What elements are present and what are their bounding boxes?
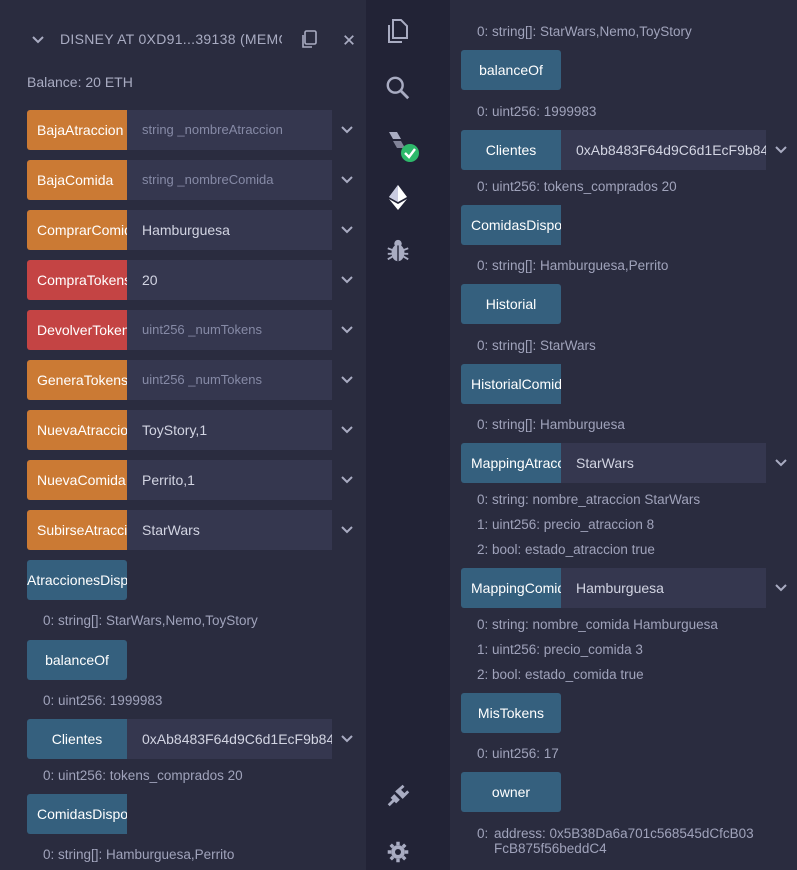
function-row: MappingAtracciones StarWars	[461, 443, 797, 483]
mapping-comida-output: 0: string: nombre_comida Hamburguesa	[477, 617, 718, 632]
function-button-nuevacomida[interactable]: NuevaComida	[27, 460, 127, 500]
chevron-down-icon[interactable]	[332, 160, 362, 200]
function-row: MappingComida Hamburguesa	[461, 568, 797, 608]
comidas-disponibles-button[interactable]: ComidasDisponibles	[461, 205, 561, 245]
clientes-output: 0: uint256: tokens_comprados 20	[43, 768, 243, 783]
icon-sidebar	[366, 0, 430, 870]
clientes-input[interactable]: 0xAb8483F64d9C6d1EcF9b849Ae677dD3315835c…	[127, 719, 332, 759]
plugin-manager-icon[interactable]	[383, 781, 413, 811]
historial-comidas-output: 0: string[]: Hamburguesa	[477, 417, 625, 432]
deployed-contract-panel-right: 0: string[]: StarWars,Nemo,ToyStory bala…	[430, 0, 797, 870]
function-input-comprarcomida[interactable]: Hamburguesa	[127, 210, 332, 250]
chevron-down-icon[interactable]	[332, 360, 362, 400]
function-button-subirseatraccion[interactable]: SubirseAtraccion	[27, 510, 127, 550]
mapping-comida-output: 2: bool: estado_comida true	[477, 667, 644, 682]
historial-output: 0: string[]: StarWars	[477, 338, 596, 353]
copy-icon[interactable]	[298, 28, 320, 50]
mapping-atracciones-output: 0: string: nombre_atraccion StarWars	[477, 492, 701, 507]
mapping-atracciones-output: 2: bool: estado_atraccion true	[477, 542, 655, 557]
function-row: ComprarComidaHamburguesa	[27, 210, 366, 250]
balanceof-button[interactable]: balanceOf	[461, 50, 561, 90]
file-explorer-icon[interactable]	[383, 16, 413, 46]
close-icon[interactable]	[340, 31, 358, 49]
clientes-button[interactable]: Clientes	[461, 130, 561, 170]
deployed-contract-panel: DISNEY AT 0XD91...39138 (MEMORY) Balance…	[0, 0, 366, 870]
balanceof-output: 0: uint256: 1999983	[477, 104, 597, 119]
function-row: NuevaComida Perrito,1	[27, 460, 366, 500]
function-button-compratokens[interactable]: CompraTokens	[27, 260, 127, 300]
owner-button[interactable]: owner	[461, 772, 561, 812]
function-button-nuevaatraccion[interactable]: NuevaAtraccion	[27, 410, 127, 450]
chevron-down-icon[interactable]	[332, 110, 362, 150]
function-button-generatokens[interactable]: GeneraTokens	[27, 360, 127, 400]
mapping-atracciones-button[interactable]: MappingAtracciones	[461, 443, 561, 483]
mapping-atracciones-input[interactable]: StarWars	[561, 443, 766, 483]
function-input-subirseatraccion[interactable]: StarWars	[127, 510, 332, 550]
collapse-chevron-icon[interactable]	[28, 30, 48, 50]
chevron-down-icon[interactable]	[332, 460, 362, 500]
contract-title: DISNEY AT 0XD91...39138 (MEMORY)	[60, 31, 282, 47]
atracciones-disponibles-button[interactable]: AtraccionesDisponibles	[27, 560, 127, 600]
chevron-down-icon[interactable]	[332, 260, 362, 300]
function-row: CompraTokens 20	[27, 260, 366, 300]
mis-tokens-output: 0: uint256: 17	[477, 746, 559, 761]
comidas-disponibles-button[interactable]: ComidasDisponibles	[27, 794, 127, 834]
function-row: BajaComida string _nombreComida	[27, 160, 366, 200]
function-button-devolvertokens[interactable]: DevolverTokens	[27, 310, 127, 350]
settings-icon[interactable]	[383, 837, 413, 867]
chevron-down-icon[interactable]	[766, 130, 796, 170]
atracciones-output: 0: string[]: StarWars,Nemo,ToyStory	[477, 24, 692, 39]
search-icon[interactable]	[383, 73, 413, 103]
function-input-nuevaatraccion[interactable]: ToyStory,1	[127, 410, 332, 450]
chevron-down-icon[interactable]	[332, 310, 362, 350]
function-row: NuevaAtraccion ToyStory,1	[27, 410, 366, 450]
function-input-compratokens[interactable]: 20	[127, 260, 332, 300]
clientes-output: 0: uint256: tokens_comprados 20	[477, 179, 677, 194]
chevron-down-icon[interactable]	[766, 443, 796, 483]
chevron-down-icon[interactable]	[332, 719, 362, 759]
historial-button[interactable]: Historial	[461, 284, 561, 324]
clientes-button[interactable]: Clientes	[27, 719, 127, 759]
mis-tokens-button[interactable]: MisTokens	[461, 693, 561, 733]
historial-comidas-button[interactable]: HistorialComidas	[461, 364, 561, 404]
deploy-run-icon[interactable]	[383, 182, 413, 212]
clientes-input[interactable]: 0xAb8483F64d9C6d1EcF9b849Ae677dD3315835c…	[561, 130, 766, 170]
function-input-bajaatraccion[interactable]: string _nombreAtraccion	[127, 110, 332, 150]
function-input-nuevacomida[interactable]: Perrito,1	[127, 460, 332, 500]
function-button-comprarcomida[interactable]: ComprarComida	[27, 210, 127, 250]
debugger-icon[interactable]	[383, 236, 413, 266]
function-row: SubirseAtraccionStarWars	[27, 510, 366, 550]
mapping-comida-button[interactable]: MappingComida	[461, 568, 561, 608]
function-button-bajaatraccion[interactable]: BajaAtraccion	[27, 110, 127, 150]
balanceof-button[interactable]: balanceOf	[27, 640, 127, 680]
function-input-devolvertokens[interactable]: uint256 _numTokens	[127, 310, 332, 350]
chevron-down-icon[interactable]	[332, 410, 362, 450]
function-row: DevolverTokens uint256 _numTokens	[27, 310, 366, 350]
function-input-generatokens[interactable]: uint256 _numTokens	[127, 360, 332, 400]
comidas-output: 0: string[]: Hamburguesa,Perrito	[43, 847, 235, 862]
solidity-compiler-icon[interactable]	[383, 126, 423, 166]
function-row: Clientes 0xAb8483F64d9C6d1EcF9b849Ae677d…	[461, 130, 797, 170]
atracciones-output: 0: string[]: StarWars,Nemo,ToyStory	[43, 613, 258, 628]
function-input-bajacomida[interactable]: string _nombreComida	[127, 160, 332, 200]
balanceof-output: 0: uint256: 1999983	[43, 693, 163, 708]
comidas-output: 0: string[]: Hamburguesa,Perrito	[477, 258, 669, 273]
function-row: BajaAtraccion string _nombreAtraccion	[27, 110, 366, 150]
mapping-comida-input[interactable]: Hamburguesa	[561, 568, 766, 608]
owner-output: address: 0x5B38Da6a701c568545dCfcB03FcB8…	[494, 826, 754, 856]
function-button-bajacomida[interactable]: BajaComida	[27, 160, 127, 200]
mapping-comida-output: 1: uint256: precio_comida 3	[477, 642, 643, 657]
owner-output-index: 0:	[477, 826, 489, 841]
mapping-atracciones-output: 1: uint256: precio_atraccion 8	[477, 517, 655, 532]
chevron-down-icon[interactable]	[332, 210, 362, 250]
function-row: Clientes 0xAb8483F64d9C6d1EcF9b849Ae677d…	[27, 719, 366, 759]
function-row: GeneraTokens uint256 _numTokens	[27, 360, 366, 400]
chevron-down-icon[interactable]	[766, 568, 796, 608]
balance-label: Balance: 20 ETH	[27, 74, 133, 90]
chevron-down-icon[interactable]	[332, 510, 362, 550]
